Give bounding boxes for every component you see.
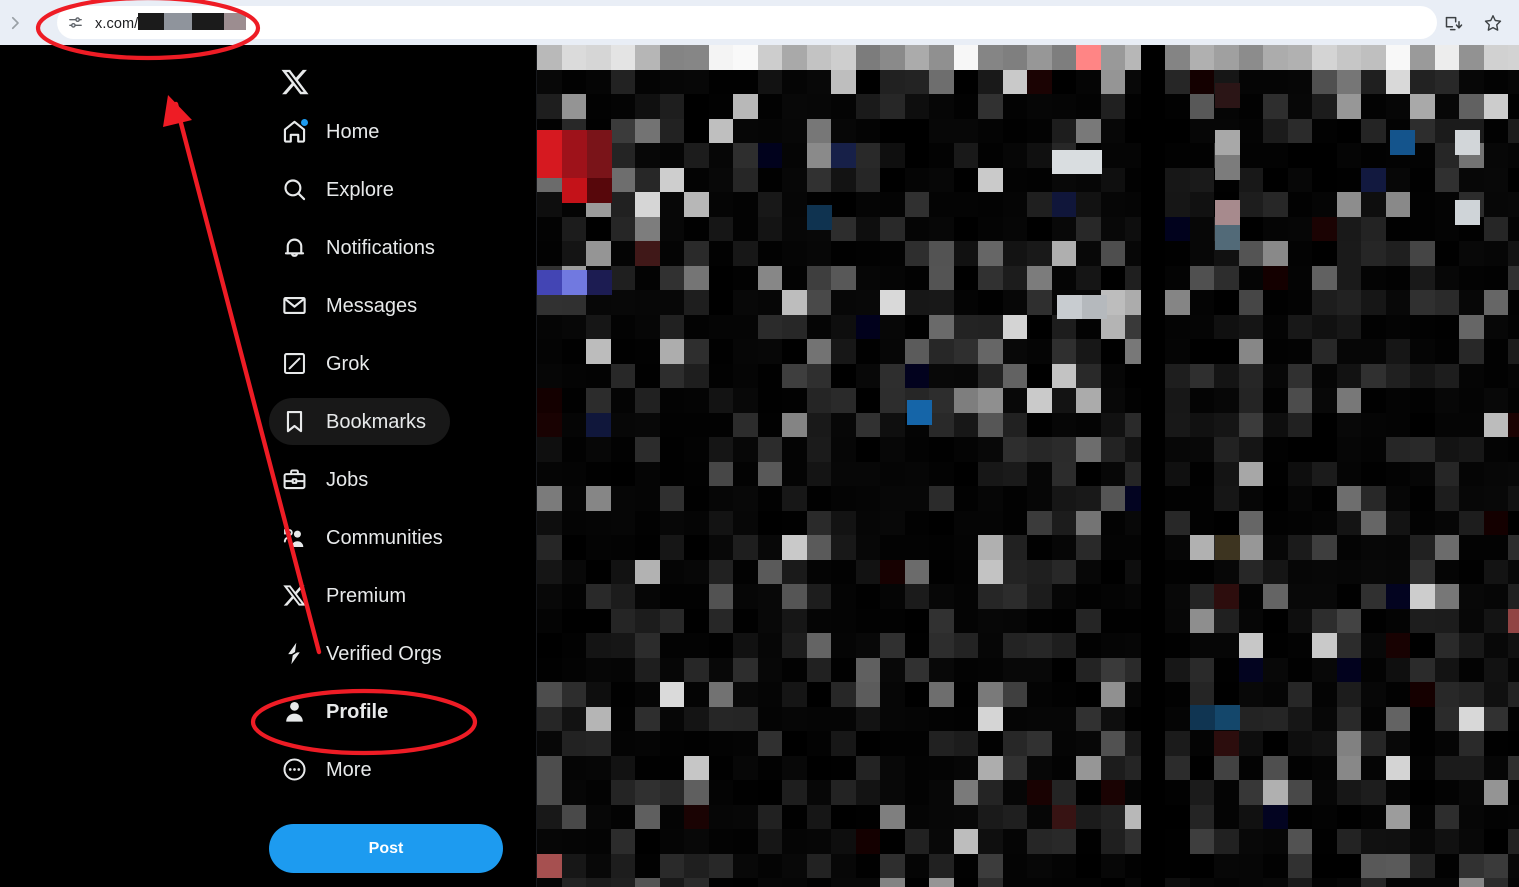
sidebar-item-label: Notifications (326, 236, 435, 259)
sidebar-item-label: More (326, 758, 372, 781)
x-premium-icon (279, 581, 309, 611)
sidebar-item-label: Communities (326, 526, 443, 549)
grok-icon (279, 349, 309, 379)
sidebar-item-communities[interactable]: Communities (269, 514, 459, 561)
timeline-column-redacted[interactable] (537, 45, 1141, 887)
browser-action-buttons (1442, 0, 1505, 45)
forward-arrow-icon[interactable] (0, 8, 30, 38)
address-bar[interactable]: x.com/ (57, 6, 1437, 39)
sidebar-item-explore[interactable]: Explore (269, 166, 410, 213)
sidebar-item-label: Profile (326, 700, 389, 723)
person-icon (279, 697, 309, 727)
sidebar-item-label: Bookmarks (326, 410, 427, 433)
url-text: x.com/ (95, 13, 247, 32)
briefcase-icon (279, 465, 309, 495)
sidebar-item-verified-orgs[interactable]: Verified Orgs (269, 630, 458, 677)
sidebar-item-premium[interactable]: Premium (269, 572, 422, 619)
install-app-icon[interactable] (1442, 11, 1466, 35)
sidebar-item-label: Grok (326, 352, 370, 375)
sidebar-item-label: Verified Orgs (326, 642, 442, 665)
sidebar-item-notifications[interactable]: Notifications (269, 224, 451, 271)
sidebar-item-bookmarks[interactable]: Bookmarks (269, 398, 451, 445)
screenshot-root: x.com/ Home Explore Notifications Messag… (0, 0, 1519, 887)
site-settings-sliders-icon[interactable] (62, 10, 88, 36)
sidebar-nav-list: Home Explore Notifications Messages Grok… (269, 108, 509, 804)
home-badge-dot (301, 118, 308, 126)
envelope-icon (279, 291, 309, 321)
browser-toolbar: x.com/ (0, 0, 1519, 45)
more-circle-icon (279, 755, 309, 785)
lightning-bolt-icon (279, 639, 309, 669)
sidebar-item-label: Home (326, 120, 380, 143)
sidebar-item-label: Jobs (326, 468, 369, 491)
sidebar-item-label: Messages (326, 294, 418, 317)
url-domain: x.com/ (95, 16, 139, 32)
x-logo[interactable] (269, 56, 320, 107)
right-sidebar-column-redacted[interactable] (1165, 45, 1519, 887)
home-icon (279, 117, 309, 147)
primary-sidebar: Home Explore Notifications Messages Grok… (0, 45, 537, 887)
bookmark-icon (279, 407, 309, 437)
bell-icon (279, 233, 309, 263)
sidebar-item-grok[interactable]: Grok (269, 340, 385, 387)
communities-icon (279, 523, 309, 553)
sidebar-item-home[interactable]: Home (269, 108, 395, 155)
sidebar-item-jobs[interactable]: Jobs (269, 456, 384, 503)
x-app: Home Explore Notifications Messages Grok… (0, 45, 1519, 887)
sidebar-item-more[interactable]: More (269, 746, 388, 793)
sidebar-item-profile[interactable]: Profile (269, 688, 404, 735)
search-icon (279, 175, 309, 205)
sidebar-item-label: Explore (326, 178, 394, 201)
bookmark-star-icon[interactable] (1481, 11, 1505, 35)
url-redacted-blur (138, 13, 247, 30)
post-button[interactable]: Post (269, 824, 503, 873)
sidebar-item-messages[interactable]: Messages (269, 282, 433, 329)
sidebar-item-label: Premium (326, 584, 407, 607)
